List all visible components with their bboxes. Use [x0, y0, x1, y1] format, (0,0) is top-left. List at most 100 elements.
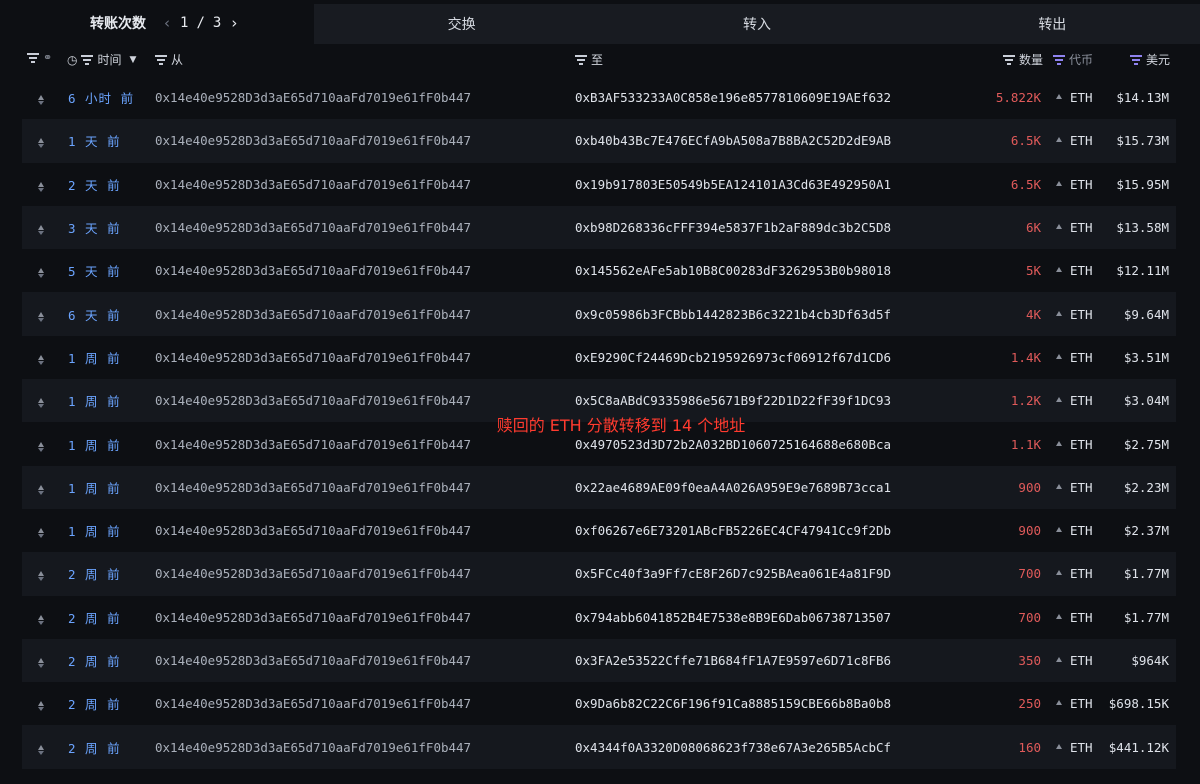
row-token[interactable]: ETH — [1056, 466, 1093, 509]
row-from-address[interactable]: 0x14e40e9528D3d3aE65d710aaFd7019e61fF0b4… — [155, 422, 471, 465]
table-row[interactable]: 2 周 前 0x14e40e9528D3d3aE65d710aaFd7019e61… — [22, 682, 1176, 725]
row-to-address[interactable]: 0x3FA2e53522Cffe71B684fF1A7E9597e6D71c8F… — [575, 639, 891, 682]
row-time[interactable]: 6 小时 前 — [68, 76, 134, 119]
row-from-address[interactable]: 0x14e40e9528D3d3aE65d710aaFd7019e61fF0b4… — [155, 336, 471, 379]
column-amount-label: 数量 — [1019, 53, 1044, 67]
table-row[interactable]: 1 周 前 0x14e40e9528D3d3aE65d710aaFd7019e61… — [22, 509, 1176, 552]
row-from-address[interactable]: 0x14e40e9528D3d3aE65d710aaFd7019e61fF0b4… — [155, 292, 471, 335]
row-token-symbol: ETH — [1070, 696, 1093, 712]
chevron-left-icon[interactable]: ‹ — [158, 14, 176, 32]
table-row[interactable]: 1 周 前 0x14e40e9528D3d3aE65d710aaFd7019e61… — [22, 465, 1176, 509]
row-to-address[interactable]: 0xf06267e6E73201ABcFB5226EC4CF47941Cc9f2… — [575, 509, 891, 552]
tab-transfers[interactable]: 转账次数 ‹ 1 / 3 › — [0, 0, 314, 46]
row-token[interactable]: ETH — [1056, 249, 1093, 292]
row-token[interactable]: ETH — [1056, 596, 1093, 639]
row-from-address[interactable]: 0x14e40e9528D3d3aE65d710aaFd7019e61fF0b4… — [155, 682, 471, 725]
tab-swap[interactable]: 交换 — [314, 4, 610, 44]
column-to[interactable]: 至 — [575, 51, 603, 68]
row-token[interactable]: ETH — [1056, 725, 1093, 768]
row-from-address[interactable]: 0x14e40e9528D3d3aE65d710aaFd7019e61fF0b4… — [155, 725, 471, 768]
row-time[interactable]: 3 天 前 — [68, 206, 121, 249]
filter-icon — [81, 55, 94, 65]
column-from[interactable]: 从 — [155, 51, 183, 68]
table-row[interactable]: 6 小时 前 0x14e40e9528D3d3aE65d710aaFd7019e6… — [22, 76, 1176, 119]
row-token[interactable]: ETH — [1056, 292, 1093, 335]
row-token[interactable]: ETH — [1056, 163, 1093, 206]
row-to-address[interactable]: 0x5FCc40f3a9Ff7cE8F26D7c925BAea061E4a81F… — [575, 552, 891, 595]
table-row[interactable]: 1 天 前 0x14e40e9528D3d3aE65d710aaFd7019e61… — [22, 119, 1176, 163]
row-to-address[interactable]: 0x9c05986b3FCBbb1442823B6c3221b4cb3Df63d… — [575, 292, 891, 335]
row-from-address[interactable]: 0x14e40e9528D3d3aE65d710aaFd7019e61fF0b4… — [155, 76, 471, 119]
row-time[interactable]: 1 周 前 — [68, 422, 121, 465]
row-amount: 1.1K — [1010, 436, 1041, 452]
row-to-address[interactable]: 0x794abb6041852B4E7538e8B9E6Dab067387135… — [575, 596, 891, 639]
row-time[interactable]: 2 周 前 — [68, 639, 121, 682]
row-time[interactable]: 1 周 前 — [68, 336, 121, 379]
row-from-address[interactable]: 0x14e40e9528D3d3aE65d710aaFd7019e61fF0b4… — [155, 163, 471, 206]
column-token[interactable]: 代币 — [1053, 51, 1093, 68]
row-time[interactable]: 1 周 前 — [68, 509, 121, 552]
row-token[interactable]: ETH — [1056, 682, 1093, 725]
table-row[interactable]: 1 周 前 0x14e40e9528D3d3aE65d710aaFd7019e61… — [22, 379, 1176, 423]
row-to-address[interactable]: 0xb98D268336cFFF394e5837F1b2aF889dc3b2C5… — [575, 206, 891, 249]
table-row[interactable]: 1 周 前 0x14e40e9528D3d3aE65d710aaFd7019e61… — [22, 422, 1176, 465]
tab-outflow[interactable]: 转出 — [904, 4, 1200, 44]
row-token[interactable]: ETH — [1056, 422, 1093, 465]
row-time[interactable]: 2 周 前 — [68, 596, 121, 639]
chevron-right-icon[interactable]: › — [225, 14, 243, 32]
table-row[interactable]: 2 周 前 0x14e40e9528D3d3aE65d710aaFd7019e61… — [22, 725, 1176, 769]
table-row[interactable]: 1 周 前 0x14e40e9528D3d3aE65d710aaFd7019e61… — [22, 336, 1176, 379]
row-token[interactable]: ETH — [1056, 76, 1093, 119]
table-row[interactable]: 6 天 前 0x14e40e9528D3d3aE65d710aaFd7019e61… — [22, 292, 1176, 336]
row-time[interactable]: 2 周 前 — [68, 552, 121, 595]
row-time[interactable]: 1 天 前 — [68, 119, 121, 162]
row-to-address[interactable]: 0x4344f0A3320D08068623f738e67A3e265B5Acb… — [575, 725, 891, 768]
row-to-address[interactable]: 0x5C8aABdC9335986e5671B9f22D1D22fF39f1DC… — [575, 379, 891, 422]
row-from-address[interactable]: 0x14e40e9528D3d3aE65d710aaFd7019e61fF0b4… — [155, 596, 471, 639]
table-row[interactable]: 2 周 前 0x14e40e9528D3d3aE65d710aaFd7019e61… — [22, 638, 1176, 683]
filter-link-button[interactable]: ⚭ — [27, 51, 52, 64]
row-to-address[interactable]: 0x22ae4689AE09f0eaA4A026A959E9e7689B73cc… — [575, 466, 891, 509]
row-time[interactable]: 2 周 前 — [68, 682, 121, 725]
row-token[interactable]: ETH — [1056, 206, 1093, 249]
row-time[interactable]: 2 天 前 — [68, 163, 121, 206]
row-token[interactable]: ETH — [1056, 639, 1093, 682]
row-to-address[interactable]: 0x19b917803E50549b5EA124101A3Cd63E492950… — [575, 163, 891, 206]
row-token[interactable]: ETH — [1056, 336, 1093, 379]
column-usd[interactable]: 美元 — [1130, 51, 1170, 68]
row-token[interactable]: ETH — [1056, 552, 1093, 595]
row-from-address[interactable]: 0x14e40e9528D3d3aE65d710aaFd7019e61fF0b4… — [155, 206, 471, 249]
row-to-address[interactable]: 0xE9290Cf24469Dcb2195926973cf06912f67d1C… — [575, 336, 891, 379]
tab-inflow[interactable]: 转入 — [609, 4, 905, 44]
row-time[interactable]: 5 天 前 — [68, 249, 121, 292]
table-row[interactable]: 2 天 前 0x14e40e9528D3d3aE65d710aaFd7019e61… — [22, 163, 1176, 206]
table-row[interactable]: 5 天 前 0x14e40e9528D3d3aE65d710aaFd7019e61… — [22, 249, 1176, 292]
row-time[interactable]: 1 周 前 — [68, 379, 121, 422]
row-token[interactable]: ETH — [1056, 509, 1093, 552]
row-to-address[interactable]: 0x145562eAFe5ab10B8C00283dF3262953B0b980… — [575, 249, 891, 292]
table-row[interactable]: 2 周 前 0x14e40e9528D3d3aE65d710aaFd7019e61… — [22, 596, 1176, 639]
row-token[interactable]: ETH — [1056, 379, 1093, 422]
row-time[interactable]: 1 周 前 — [68, 466, 121, 509]
row-from-address[interactable]: 0x14e40e9528D3d3aE65d710aaFd7019e61fF0b4… — [155, 466, 471, 509]
row-to-address[interactable]: 0x4970523d3D72b2A032BD1060725164688e680B… — [575, 422, 891, 465]
row-from-address[interactable]: 0x14e40e9528D3d3aE65d710aaFd7019e61fF0b4… — [155, 639, 471, 682]
row-to-address[interactable]: 0x9Da6b82C22C6F196f91Ca8885159CBE66b8Ba0… — [575, 682, 891, 725]
row-from-address[interactable]: 0x14e40e9528D3d3aE65d710aaFd7019e61fF0b4… — [155, 552, 471, 595]
row-to-address[interactable]: 0xb40b43Bc7E476ECfA9bA508a7B8BA2C52D2dE9… — [575, 119, 891, 162]
table-row[interactable]: 2 周 前 0x14e40e9528D3d3aE65d710aaFd7019e61… — [22, 552, 1176, 596]
row-token[interactable]: ETH — [1056, 119, 1093, 162]
row-time[interactable]: 6 天 前 — [68, 292, 121, 335]
row-from-address[interactable]: 0x14e40e9528D3d3aE65d710aaFd7019e61fF0b4… — [155, 379, 471, 422]
column-amount[interactable]: 数量 — [1003, 51, 1043, 68]
row-from-address[interactable]: 0x14e40e9528D3d3aE65d710aaFd7019e61fF0b4… — [155, 119, 471, 162]
table-row[interactable]: 3 天 前 0x14e40e9528D3d3aE65d710aaFd7019e61… — [22, 205, 1176, 250]
row-time[interactable]: 2 周 前 — [68, 725, 121, 768]
row-from-address[interactable]: 0x14e40e9528D3d3aE65d710aaFd7019e61fF0b4… — [155, 249, 471, 292]
row-token-symbol: ETH — [1070, 436, 1093, 452]
column-time[interactable]: ◷ 时间 ▼ — [67, 51, 136, 68]
row-from-address[interactable]: 0x14e40e9528D3d3aE65d710aaFd7019e61fF0b4… — [155, 509, 471, 552]
row-to-address[interactable]: 0xB3AF533233A0C858e196e8577810609E19AEf6… — [575, 76, 891, 119]
row-amount: 700 — [1018, 609, 1041, 625]
row-usd-value: $14.13M — [1116, 90, 1169, 106]
